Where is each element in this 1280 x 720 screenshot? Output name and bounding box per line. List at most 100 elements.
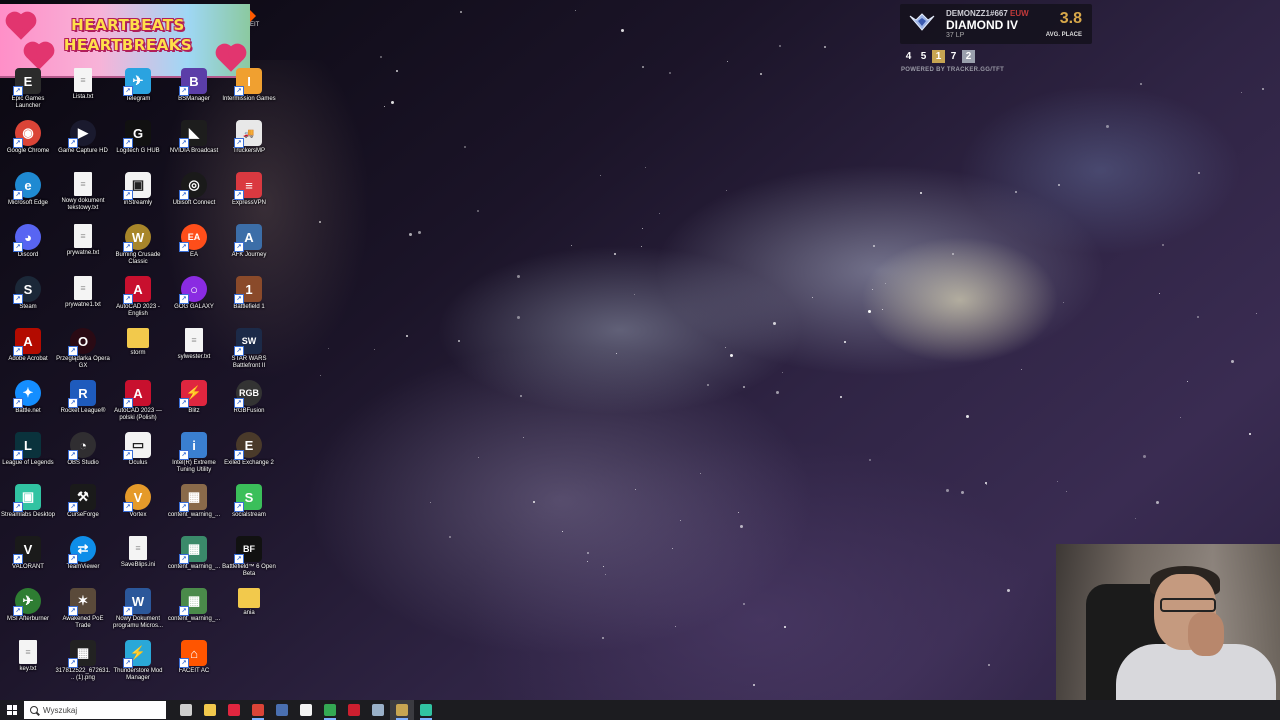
desktop-icon[interactable]: ✈ ↗ Telegram — [110, 68, 166, 103]
taskbar-app-button[interactable] — [246, 700, 270, 720]
shortcut-arrow-icon: ↗ — [13, 554, 23, 564]
desktop-icon[interactable]: ○ ↗ GOG GALAXY — [166, 276, 222, 311]
app-icon: ⚒ ↗ — [68, 484, 96, 512]
desktop-icon[interactable]: ⌂ ↗ FACEIT AC — [166, 640, 222, 675]
desktop-icon[interactable]: E ↗ Exiled Exchange 2 — [221, 432, 277, 467]
desktop-icon[interactable]: A ↗ Adobe Acrobat — [0, 328, 56, 363]
desktop-icon-label: Lista.txt — [72, 94, 94, 100]
desktop-icon[interactable]: ⚡ ↗ Blitz — [166, 380, 222, 415]
desktop-icon[interactable]: R ↗ Rocket League® — [55, 380, 111, 415]
desktop-icon[interactable]: I ↗ Intermission Games — [221, 68, 277, 103]
desktop-icon[interactable]: ▦ ↗ content_warning_... — [166, 484, 222, 519]
desktop-icon[interactable]: S ↗ socialstream — [221, 484, 277, 519]
desktop-icon[interactable]: V ↗ Vortex — [110, 484, 166, 519]
desktop-icon[interactable]: BF ↗ Battlefield™ 6 Open Beta — [221, 536, 277, 578]
desktop-icon[interactable]: EA ↗ EA — [166, 224, 222, 259]
taskbar-app-button[interactable] — [318, 700, 342, 720]
desktop-icon[interactable]: ≡ SaveBlips.ini — [110, 536, 166, 569]
desktop-icon[interactable]: B ↗ BSManager — [166, 68, 222, 103]
placement-badge: 2 — [962, 50, 975, 63]
desktop-icon[interactable]: ▣ ↗ Streamlabs Desktop — [0, 484, 56, 519]
desktop-icon[interactable]: ⚡ ↗ Thunderstore Mod Manager — [110, 640, 166, 682]
desktop-icon[interactable]: ▦ ↗ 317812522_672631... (1).png — [55, 640, 111, 682]
desktop-icon[interactable]: G ↗ Logitech G HUB — [110, 120, 166, 155]
taskbar-app-button[interactable] — [198, 700, 222, 720]
desktop-icon[interactable]: SW ↗ STAR WARS Battlefront II — [221, 328, 277, 370]
desktop-icon-label: OBS Studio — [67, 460, 99, 466]
desktop-icon[interactable]: ▦ ↗ content_warning_... — [166, 536, 222, 571]
desktop-icon-label: Nowy dokument tekstowy.txt — [61, 198, 105, 211]
desktop-icon[interactable]: ≡ prywatne1.txt — [55, 276, 111, 309]
desktop-icon[interactable]: ≡ Nowy dokument tekstowy.txt — [55, 172, 111, 212]
taskbar-app-button[interactable] — [222, 700, 246, 720]
taskbar-app-button[interactable] — [294, 700, 318, 720]
desktop-icon[interactable]: ≡ key.txt — [0, 640, 56, 673]
desktop-icon[interactable]: e ↗ Microsoft Edge — [0, 172, 56, 207]
desktop-icon[interactable]: ania — [221, 588, 277, 617]
desktop-icon[interactable]: ◉ ↗ Google Chrome — [0, 120, 56, 155]
promo-banner[interactable]: HEARTBEATS HEARTBREAKS — [0, 4, 250, 78]
desktop-icon[interactable]: O ↗ Przeglądarka Opera GX — [55, 328, 111, 370]
desktop-icon[interactable]: 1 ↗ Battlefield 1 — [221, 276, 277, 311]
desktop-icon[interactable]: ◣ ↗ NVIDIA Broadcast — [166, 120, 222, 155]
desktop-icon[interactable]: ⇄ ↗ TeamViewer — [55, 536, 111, 571]
desktop-icon[interactable]: S ↗ Steam — [0, 276, 56, 311]
desktop-icon[interactable]: ✶ ↗ Awakened PoE Trade — [55, 588, 111, 630]
desktop-icon[interactable]: ≡ prywatne.txt — [55, 224, 111, 257]
taskbar-app-button[interactable] — [342, 700, 366, 720]
desktop-icon[interactable]: A ↗ AutoCAD 2023 - English — [110, 276, 166, 318]
star — [1015, 191, 1018, 194]
desktop-icon[interactable]: W ↗ Burning Crusade Classic — [110, 224, 166, 266]
desktop-icon[interactable]: L ↗ League of Legends — [0, 432, 56, 467]
desktop-icon[interactable]: A ↗ AFK Journey — [221, 224, 277, 259]
app-icon: S ↗ — [13, 276, 41, 304]
desktop-icon[interactable]: storm — [110, 328, 166, 357]
star — [779, 45, 782, 48]
taskbar-app-button[interactable] — [270, 700, 294, 720]
desktop-icon[interactable]: E ↗ Epic Games Launcher — [0, 68, 56, 110]
desktop-icon[interactable]: A ↗ AutoCAD 2023 — polski (Polish) — [110, 380, 166, 422]
desktop-icon[interactable]: ◎ ↗ Ubisoft Connect — [166, 172, 222, 207]
desktop-icon[interactable]: ▣ ↗ inStreamly — [110, 172, 166, 207]
window-icon — [372, 704, 384, 716]
desktop-icon[interactable]: ◔ ↗ OBS Studio — [55, 432, 111, 467]
desktop-icon[interactable]: ✈ ↗ MSI Afterburner — [0, 588, 56, 623]
taskbar-app-button[interactable] — [174, 700, 198, 720]
shortcut-arrow-icon: ↗ — [123, 398, 133, 408]
shortcut-arrow-icon: ↗ — [179, 658, 189, 668]
taskbar-search[interactable]: Wyszukaj — [24, 701, 166, 719]
start-button[interactable] — [0, 700, 24, 720]
shortcut-arrow-icon: ↗ — [68, 398, 78, 408]
app-icon: ✶ ↗ — [68, 588, 96, 616]
desktop-icon[interactable]: ▶ ↗ Game Capture HD — [55, 120, 111, 155]
star — [458, 339, 461, 342]
desktop-icon-label: BSManager — [178, 96, 210, 102]
desktop-icon[interactable]: ≡ Lista.txt — [55, 68, 111, 101]
desktop-icon[interactable]: V ↗ VALORANT — [0, 536, 56, 571]
star — [615, 353, 617, 355]
taskbar-app-button[interactable] — [366, 700, 390, 720]
desktop-icon[interactable]: ≡ ↗ ExpressVPN — [221, 172, 277, 207]
desktop-icon[interactable]: ▭ ↗ Oculus — [110, 432, 166, 467]
app-icon: 1 ↗ — [234, 276, 262, 304]
app-icon: ◉ ↗ — [13, 120, 41, 148]
taskbar-app-button[interactable] — [414, 700, 438, 720]
desktop-icon[interactable]: ≡ sylwester.txt — [166, 328, 222, 361]
desktop-icon[interactable]: RGB ↗ RGBFusion — [221, 380, 277, 415]
star — [633, 293, 635, 295]
app-icon: BF ↗ — [234, 536, 262, 564]
desktop-icon[interactable]: ⚒ ↗ CurseForge — [55, 484, 111, 519]
desktop-icon-label: sylwester.txt — [177, 354, 211, 360]
desktop-icon[interactable]: 🚚 ↗ TruckersMP — [221, 120, 277, 155]
desktop-icon-label: ania — [243, 610, 255, 616]
desktop-icon[interactable]: ▦ ↗ content_warning_... — [166, 588, 222, 623]
desktop-icon[interactable]: ◕ ↗ Discord — [0, 224, 56, 259]
desktop-icon[interactable]: W ↗ Nowy Dokument programu Micros... — [110, 588, 166, 630]
desktop-icon-label: AFK Journey — [231, 252, 267, 258]
desktop-icon[interactable]: i ↗ Intel(R) Extreme Tuning Utility — [166, 432, 222, 474]
star — [920, 192, 922, 195]
search-icon — [30, 706, 38, 714]
desktop-icon[interactable]: ✦ ↗ Battle.net — [0, 380, 56, 415]
taskbar-app-button[interactable] — [390, 700, 414, 720]
app-icon: ◕ ↗ — [13, 224, 41, 252]
